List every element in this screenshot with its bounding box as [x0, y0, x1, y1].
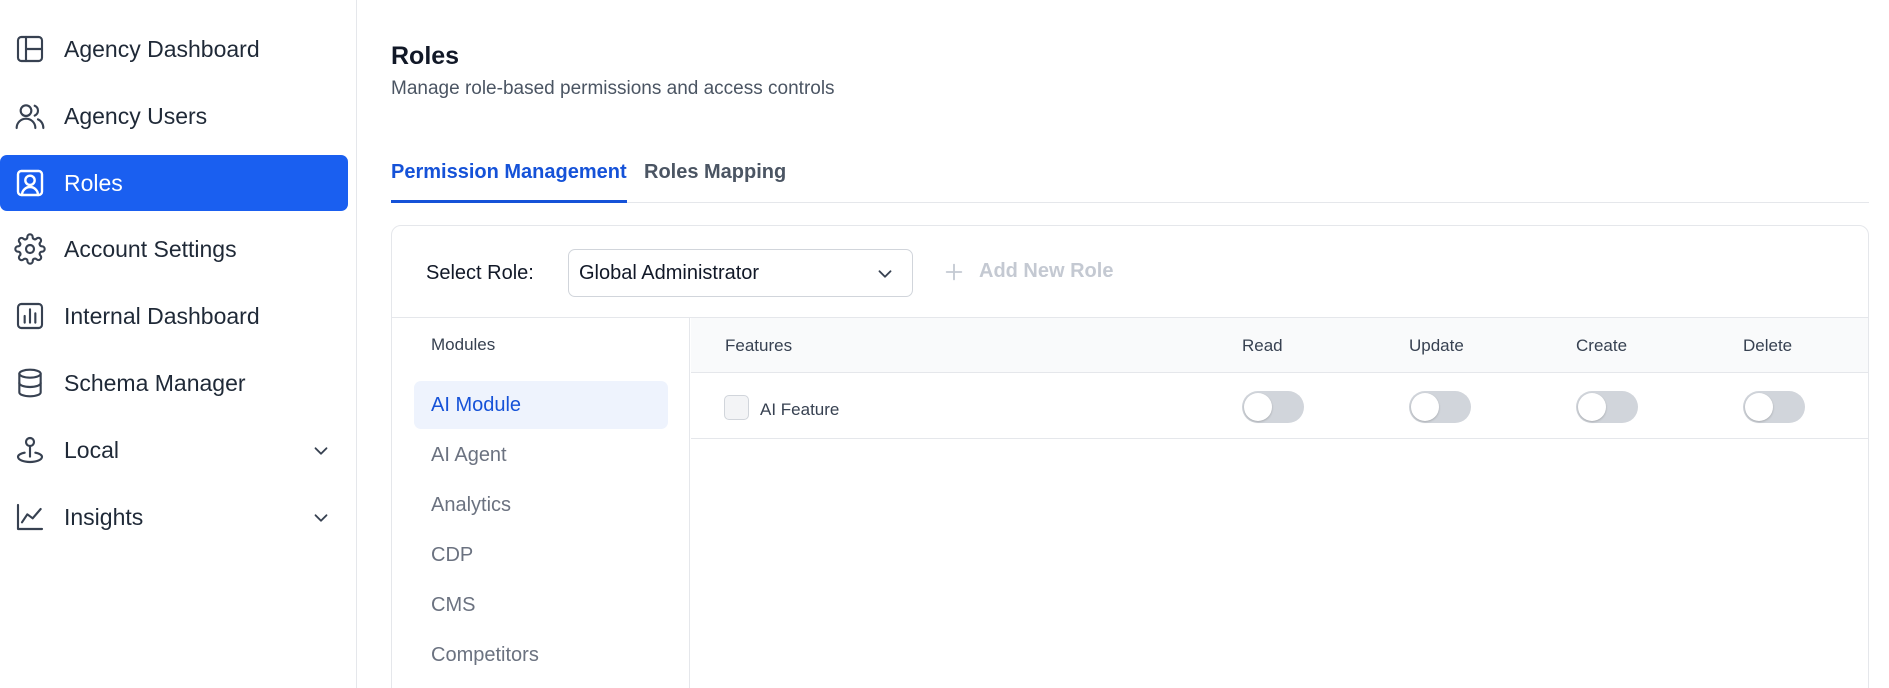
table-row: AI Feature	[691, 373, 1868, 439]
sidebar-item-label: Local	[64, 436, 119, 463]
update-toggle[interactable]	[1409, 391, 1471, 423]
sidebar-item-roles[interactable]: Roles	[0, 155, 348, 211]
chevron-down-icon[interactable]	[310, 507, 332, 529]
database-icon	[14, 367, 46, 399]
sidebar-item-insights[interactable]: Insights	[0, 489, 348, 545]
features-table: Features Read Update Create Delete AI Fe…	[691, 318, 1868, 688]
feature-name: AI Feature	[760, 400, 840, 419]
page-title: Roles	[391, 42, 460, 70]
sidebar: Agency Dashboard Agency Users Roles Acco…	[0, 0, 357, 688]
sidebar-item-local[interactable]: Local	[0, 422, 348, 478]
features-table-header: Features Read Update Create Delete	[691, 318, 1868, 373]
column-header-read: Read	[1242, 336, 1283, 355]
module-item-competitors[interactable]: Competitors	[414, 631, 668, 679]
sidebar-item-label: Schema Manager	[64, 369, 246, 396]
column-header-update: Update	[1409, 336, 1464, 355]
sidebar-item-internal-dashboard[interactable]: Internal Dashboard	[0, 288, 348, 344]
permissions-card: Select Role: Global Administrator Add Ne…	[391, 225, 1869, 688]
sidebar-item-account-settings[interactable]: Account Settings	[0, 221, 348, 277]
toggle-knob	[1745, 393, 1773, 421]
bar-chart-icon	[14, 300, 46, 332]
feature-checkbox[interactable]	[724, 395, 749, 420]
chevron-down-icon[interactable]	[310, 440, 332, 462]
add-new-role-label: Add New Role	[979, 260, 1114, 282]
tab-permission-management[interactable]: Permission Management	[391, 161, 627, 203]
create-toggle[interactable]	[1576, 391, 1638, 423]
layout-icon	[14, 33, 46, 65]
toggle-knob	[1411, 393, 1439, 421]
tab-roles-mapping[interactable]: Roles Mapping	[644, 161, 786, 203]
add-new-role-button[interactable]: Add New Role	[943, 260, 1113, 283]
users-icon	[14, 100, 46, 132]
sidebar-item-schema-manager[interactable]: Schema Manager	[0, 355, 348, 411]
sidebar-item-agency-dashboard[interactable]: Agency Dashboard	[0, 21, 348, 77]
sidebar-item-agency-users[interactable]: Agency Users	[0, 88, 348, 144]
sidebar-item-label: Insights	[64, 503, 144, 530]
map-pin-icon	[14, 434, 46, 466]
chevron-down-icon	[874, 263, 896, 285]
user-square-icon	[14, 167, 46, 199]
gear-icon	[14, 233, 46, 265]
module-item-cdp[interactable]: CDP	[414, 531, 668, 579]
line-chart-icon	[14, 501, 46, 533]
role-selector-bar: Select Role: Global Administrator Add Ne…	[392, 226, 1868, 318]
toggle-knob	[1244, 393, 1272, 421]
module-item-analytics[interactable]: Analytics	[414, 481, 668, 529]
delete-toggle[interactable]	[1743, 391, 1805, 423]
sidebar-item-label: Agency Dashboard	[64, 35, 260, 62]
column-header-create: Create	[1576, 336, 1628, 355]
plus-icon	[945, 263, 963, 280]
main-content: Roles Manage role-based permissions and …	[358, 0, 1889, 688]
role-select-dropdown[interactable]: Global Administrator	[568, 249, 913, 297]
column-header-delete: Delete	[1743, 336, 1793, 355]
modules-header: Modules	[431, 335, 496, 354]
column-header-features: Features	[725, 336, 793, 355]
module-item-ai-module[interactable]: AI Module	[414, 381, 668, 429]
sidebar-item-label: Account Settings	[64, 235, 237, 262]
read-toggle[interactable]	[1242, 391, 1304, 423]
select-role-label: Select Role:	[426, 262, 534, 284]
toggle-knob	[1578, 393, 1606, 421]
sidebar-item-label: Internal Dashboard	[64, 302, 260, 329]
sidebar-item-label: Agency Users	[64, 102, 208, 129]
modules-panel: Modules AI Module AI Agent Analytics CDP…	[392, 318, 690, 688]
page-subtitle: Manage role-based permissions and access…	[391, 78, 835, 99]
tab-bar: Permission Management Roles Mapping	[391, 155, 1869, 203]
app-root: Agency Dashboard Agency Users Roles Acco…	[0, 0, 1889, 688]
role-select-value: Global Administrator	[579, 261, 760, 284]
sidebar-item-label: Roles	[64, 169, 123, 196]
module-item-ai-agent[interactable]: AI Agent	[414, 431, 668, 479]
module-item-cms[interactable]: CMS	[414, 581, 668, 629]
